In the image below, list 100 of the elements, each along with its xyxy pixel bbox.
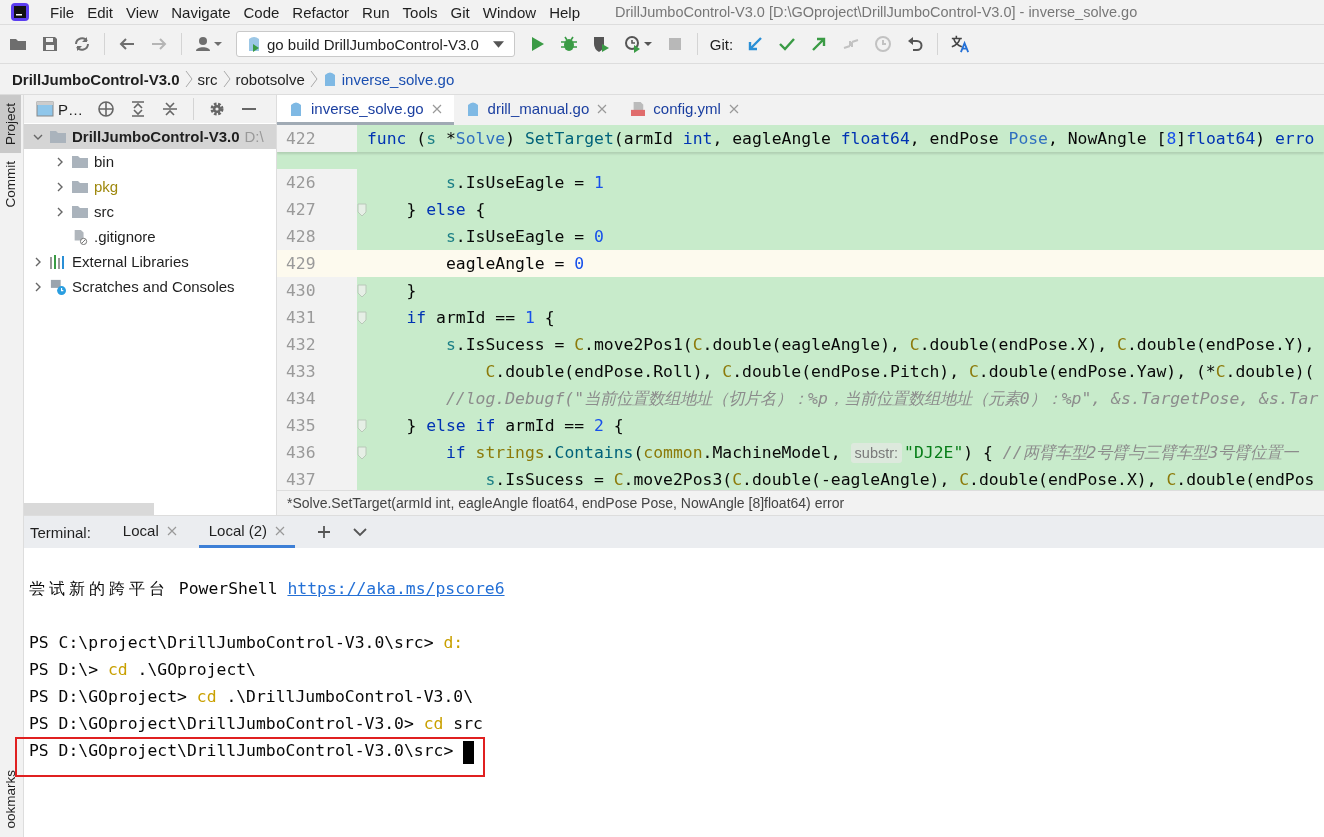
panel-title[interactable]: P… [58, 100, 83, 118]
window-title: DrillJumboControl-V3.0 [D:\GOproject\DrillJumboControl-V3.0] - inverse_solve.go [615, 4, 1138, 20]
chevron-icon [222, 70, 231, 88]
code-line: s.IsUseEagle = 0 [444, 227, 604, 246]
run-configuration-dropdown[interactable]: go build DrillJumboControl-V3.0 [236, 31, 515, 57]
menu-item[interactable]: Tools [402, 3, 438, 21]
code-line: s.IsSucess = C.move2Pos3(C.double(-eagleAngle), C.double(endPose.X), C.double(endPos [484, 470, 1315, 489]
console-clock-icon [49, 278, 67, 295]
code-line: func (s *Solve) SetTarget(armId int, eagleAngle float64, endPose Pose, NowAngle [8]float64) erro [367, 129, 1315, 148]
app-logo-icon [10, 2, 30, 22]
scrollbar[interactable] [24, 503, 154, 515]
menu-item[interactable]: Navigate [171, 3, 231, 21]
terminal-line: 尝试新的跨平台 PowerShell [29, 577, 279, 600]
terminal-line: PS D:\GOproject\DrillJumboControl-V3.0\src> [29, 741, 455, 760]
clock-play-icon[interactable] [622, 34, 653, 54]
line-number: 431 [277, 304, 357, 331]
menu-item[interactable]: Help [549, 3, 580, 21]
code-line: C.double(endPose.Roll), C.double(endPose.Pitch), C.double(endPose.Yaw), (*C.double)( [484, 362, 1315, 381]
tree-item[interactable]: Scratches and Consoles [24, 274, 276, 299]
fold-marker-icon[interactable] [357, 418, 367, 433]
bug-icon[interactable] [558, 34, 579, 54]
expand-all-icon[interactable] [129, 100, 147, 118]
line-number: 427 [277, 196, 357, 223]
code-line: } else { [405, 200, 486, 219]
yaml-file-icon [631, 99, 646, 118]
breadcrumb-item[interactable]: src [197, 70, 218, 88]
fold-marker-icon[interactable] [357, 445, 367, 460]
go-run-icon [247, 35, 261, 53]
close-icon[interactable] [275, 525, 286, 536]
code-line: } [405, 281, 417, 300]
tree-item[interactable]: src [24, 199, 276, 224]
code-line: s.IsUseEagle = 1 [444, 173, 604, 192]
menu-item[interactable]: Window [482, 3, 537, 21]
folder-icon [71, 178, 89, 195]
menu-item[interactable]: File [50, 3, 75, 21]
tree-item[interactable]: DrillJumboControl-V3.0 D:\ [24, 124, 276, 149]
close-icon[interactable] [728, 103, 739, 114]
tree-item[interactable]: pkg [24, 174, 276, 199]
fold-marker-icon[interactable] [357, 310, 367, 325]
code-line: s.IsSucess = C.move2Pos1(C.double(eagleAngle), C.double(endPose.X), C.double(endPose.Y), [444, 335, 1315, 354]
close-icon[interactable] [597, 103, 608, 114]
breadcrumb-item[interactable]: DrillJumboControl-V3.0 [12, 70, 180, 88]
editor-tab[interactable]: drill_manual.go [453, 95, 620, 125]
tree-item[interactable]: bin [24, 149, 276, 174]
collapse-all-icon[interactable] [161, 100, 179, 118]
translate-icon[interactable] [950, 34, 971, 54]
folder-icon [71, 153, 89, 170]
caret-icon [492, 40, 504, 48]
line-number: 435 [277, 412, 357, 439]
code-line: eagleAngle = 0 [444, 254, 585, 273]
side-tab[interactable]: ookmarks [0, 762, 21, 837]
git-label: Git: [709, 35, 734, 53]
crosshair-icon[interactable] [97, 100, 115, 118]
terminal-tab[interactable]: Local (2) [198, 516, 296, 548]
tree-item[interactable]: .gitignore [24, 224, 276, 249]
terminal-tab[interactable]: Local [112, 516, 187, 548]
signature-hint: *Solve.SetTarget(armId int, eagleAngle float64, endPose Pose, NowAngle [8]float64) error [287, 495, 845, 511]
save-icon[interactable] [40, 34, 60, 54]
editor-tab[interactable]: config.yml [619, 95, 751, 125]
menu-item[interactable]: Code [243, 3, 280, 21]
code-line: if armId == 1 { [405, 308, 555, 327]
go-file-icon [322, 70, 337, 88]
folder-icon [71, 203, 89, 220]
line-number: 428 [277, 223, 357, 250]
chevron-icon [309, 70, 318, 88]
folder-icon [49, 128, 67, 145]
menu-item[interactable]: Edit [87, 3, 114, 21]
plus-icon[interactable] [317, 525, 332, 539]
code-line: if strings.Contains(common.MachineModel, substr: "DJ2E") { //两臂车型2号臂与三臂车型3号臂位置一 [444, 441, 1299, 464]
editor-tab[interactable]: inverse_solve.go [277, 95, 454, 125]
side-tab[interactable]: Project [0, 95, 21, 154]
tree-item[interactable]: External Libraries [24, 249, 276, 274]
side-tab[interactable]: Commit [0, 153, 21, 216]
menu-item[interactable]: View [126, 3, 159, 21]
breadcrumb-item[interactable]: inverse_solve.go [341, 70, 455, 88]
code-line: } else if armId == 2 { [405, 416, 624, 435]
code-line: //log.Debugf("当前位置数组地址（切片名）：%p，当前位置数组地址（元素0）：%p", &s.TargetPose, &s.Tar [444, 387, 1319, 410]
chevron-down-icon[interactable] [353, 525, 368, 539]
close-icon[interactable] [431, 103, 442, 114]
close-icon[interactable] [166, 525, 177, 536]
sync-icon[interactable] [72, 34, 92, 54]
fold-marker-icon[interactable] [357, 202, 367, 217]
user-icon[interactable] [194, 34, 224, 54]
line-number: 436 [277, 439, 357, 466]
panel-title: Terminal: [30, 523, 91, 541]
menu-item[interactable]: Git [450, 3, 470, 21]
menu-item[interactable]: Run [362, 3, 390, 21]
link[interactable]: https://aka.ms/pscore6 [287, 579, 505, 598]
terminal-line: PS C:\project\DrillJumboControl-V3.0\src> d: [29, 633, 464, 652]
line-number: 432 [277, 331, 357, 358]
line-number: 437 [277, 466, 357, 490]
line-number: 422 [277, 125, 357, 152]
settings-icon[interactable] [208, 100, 226, 118]
menu-item[interactable]: Refactor [292, 3, 350, 21]
breadcrumb-item[interactable]: robotsolve [235, 70, 305, 88]
terminal-line: PS D:\GOproject> cd .\DrillJumboControl-V3.0\ [29, 687, 474, 706]
line-number: 426 [277, 169, 357, 196]
fold-marker-icon[interactable] [357, 283, 367, 298]
terminal-line: PS D:\GOproject\DrillJumboControl-V3.0> cd src [29, 714, 483, 733]
bar-chart-icon [49, 253, 67, 270]
